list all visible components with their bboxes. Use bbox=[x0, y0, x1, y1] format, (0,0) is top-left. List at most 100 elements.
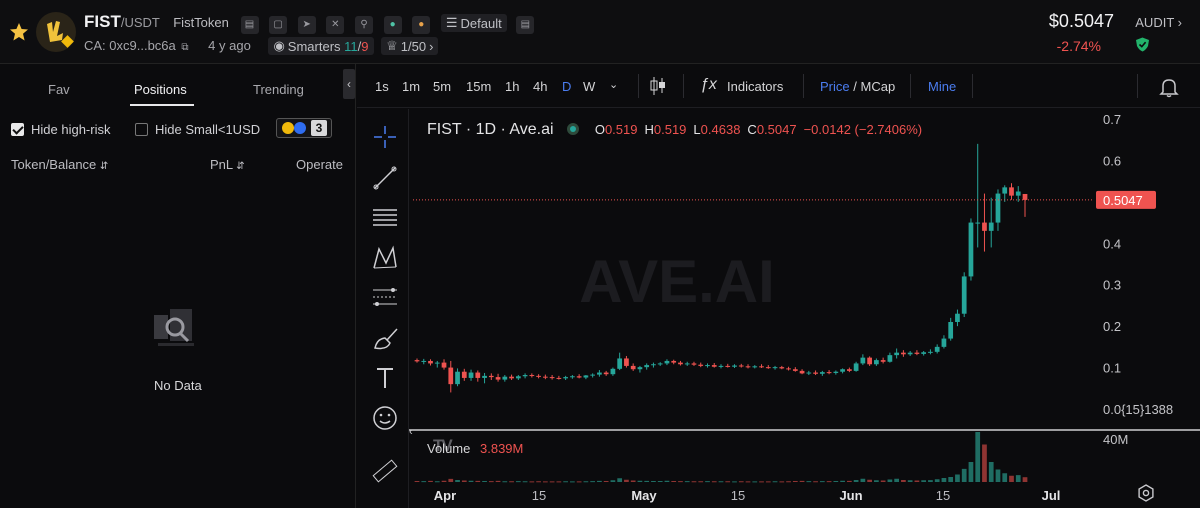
base-chain-icon bbox=[294, 122, 306, 134]
telegram-icon[interactable]: ➤ bbox=[297, 15, 316, 34]
candle-body bbox=[813, 372, 818, 374]
col-token-balance[interactable]: Token/Balance ⇵ bbox=[11, 157, 108, 172]
volume-bar bbox=[738, 481, 744, 483]
bnb-chain-icon bbox=[282, 122, 294, 134]
audit-button[interactable]: AUDIT › bbox=[1135, 15, 1182, 30]
volume-bar bbox=[732, 481, 737, 483]
candle-body bbox=[522, 375, 528, 377]
volume-bar bbox=[833, 481, 839, 482]
volume-bar bbox=[867, 479, 872, 482]
current-price: $0.5047 bbox=[1048, 11, 1114, 31]
collapse-panel-button[interactable]: ‹ bbox=[343, 69, 355, 99]
volume-bar bbox=[934, 479, 940, 482]
volume-bar bbox=[765, 481, 771, 483]
y-tick-label: 0.1 bbox=[1103, 361, 1121, 376]
explorer-icon[interactable]: ▢ bbox=[269, 15, 288, 34]
comment-icon[interactable]: ▤ bbox=[516, 15, 535, 34]
volume-bar bbox=[597, 480, 602, 482]
candle-body bbox=[1022, 193, 1028, 200]
smarters-badge[interactable]: ◉ Smarters 11/9 bbox=[268, 37, 374, 55]
candle-body bbox=[786, 368, 791, 370]
token-pair: /USDT bbox=[120, 15, 160, 30]
volume-bar bbox=[887, 479, 893, 482]
volume-bar bbox=[576, 481, 582, 483]
volume-bar bbox=[428, 480, 433, 482]
candle-body bbox=[806, 372, 812, 374]
live-dot-icon bbox=[567, 123, 580, 135]
candle-body bbox=[745, 366, 751, 368]
volume-bar bbox=[691, 481, 697, 483]
candle-body bbox=[718, 365, 724, 367]
candle-body bbox=[867, 357, 872, 365]
x-tick-label: May bbox=[631, 488, 657, 503]
volume-bar bbox=[921, 480, 927, 482]
candle-body bbox=[988, 222, 994, 231]
chart-settings-gear-icon[interactable] bbox=[1137, 484, 1155, 502]
candle-body bbox=[799, 370, 805, 374]
candle-body bbox=[678, 362, 683, 365]
candle-body bbox=[921, 352, 927, 354]
volume-bar bbox=[705, 481, 710, 483]
x-twitter-icon[interactable]: ✕ bbox=[326, 15, 345, 34]
hide-high-risk-checkbox[interactable]: Hide high-risk bbox=[11, 122, 110, 137]
volume-bar bbox=[657, 481, 663, 482]
tab-positions[interactable]: Positions bbox=[134, 82, 187, 97]
holders-badge[interactable]: ♕ 1/50 › bbox=[381, 37, 439, 55]
candle-body bbox=[529, 375, 535, 377]
hide-small-checkbox[interactable]: Hide Small<1USD bbox=[135, 122, 260, 137]
candle-body bbox=[860, 357, 866, 364]
search-icon[interactable]: ⚲ bbox=[355, 15, 373, 34]
chevron-right-icon: › bbox=[1177, 15, 1182, 30]
col-pnl[interactable]: PnL ⇵ bbox=[210, 157, 245, 172]
tab-fav[interactable]: Fav bbox=[48, 82, 70, 97]
volume-bar bbox=[759, 481, 764, 483]
community-icon[interactable]: ● bbox=[383, 15, 402, 34]
y-tick-label: 0.0{15}1388 bbox=[1103, 402, 1173, 417]
candle-body bbox=[428, 360, 433, 364]
candle-body bbox=[928, 351, 933, 353]
candle-body bbox=[597, 372, 602, 375]
volume-bar bbox=[644, 480, 650, 482]
volume-bar bbox=[792, 481, 798, 482]
sort-icon: ⇵ bbox=[99, 161, 109, 172]
candle-body bbox=[901, 352, 906, 355]
chain-filter-button[interactable]: 3 bbox=[276, 118, 332, 138]
last-price-label: 0.5047 bbox=[1103, 193, 1143, 208]
candle-body bbox=[509, 376, 514, 379]
volume-bar bbox=[928, 480, 933, 482]
volume-bar bbox=[475, 480, 481, 482]
x-tick-label: 15 bbox=[731, 488, 745, 503]
candle-body bbox=[894, 352, 900, 356]
copy-icon[interactable]: ⧉ bbox=[181, 42, 188, 53]
volume-bar bbox=[894, 478, 900, 482]
chevron-right-icon: › bbox=[429, 38, 434, 54]
volume-bar bbox=[982, 444, 987, 482]
candle-body bbox=[961, 276, 967, 314]
chevron-left-icon: ‹ bbox=[347, 77, 351, 91]
candle-body bbox=[502, 376, 508, 380]
default-layout-button[interactable]: ☰ Default bbox=[440, 14, 507, 32]
candle-body bbox=[752, 366, 758, 368]
volume-bar bbox=[1009, 475, 1014, 482]
coins-icon[interactable]: ● bbox=[412, 15, 431, 34]
candle-body bbox=[671, 360, 677, 363]
website-icon[interactable]: ▤ bbox=[240, 15, 259, 34]
volume-bar bbox=[975, 432, 981, 482]
x-tick-label: 15 bbox=[936, 488, 950, 503]
volume-bar bbox=[711, 481, 717, 483]
candle-body bbox=[475, 372, 481, 378]
tab-trending[interactable]: Trending bbox=[253, 82, 304, 97]
pane-collapse-icon: ‹ bbox=[409, 426, 413, 438]
volume-bar bbox=[482, 481, 487, 482]
volume-bar bbox=[536, 481, 541, 483]
candle-body bbox=[907, 352, 913, 355]
volume-bar bbox=[860, 478, 866, 482]
volume-bar bbox=[941, 478, 947, 482]
volume-bar bbox=[718, 481, 724, 483]
candle-body bbox=[853, 363, 859, 371]
x-tick-label: Jul bbox=[1042, 488, 1061, 503]
y-tick-label: 0.7 bbox=[1103, 112, 1121, 127]
candle-body bbox=[563, 377, 568, 379]
active-tab-indicator bbox=[130, 104, 194, 106]
favorite-star-icon[interactable] bbox=[9, 22, 29, 42]
